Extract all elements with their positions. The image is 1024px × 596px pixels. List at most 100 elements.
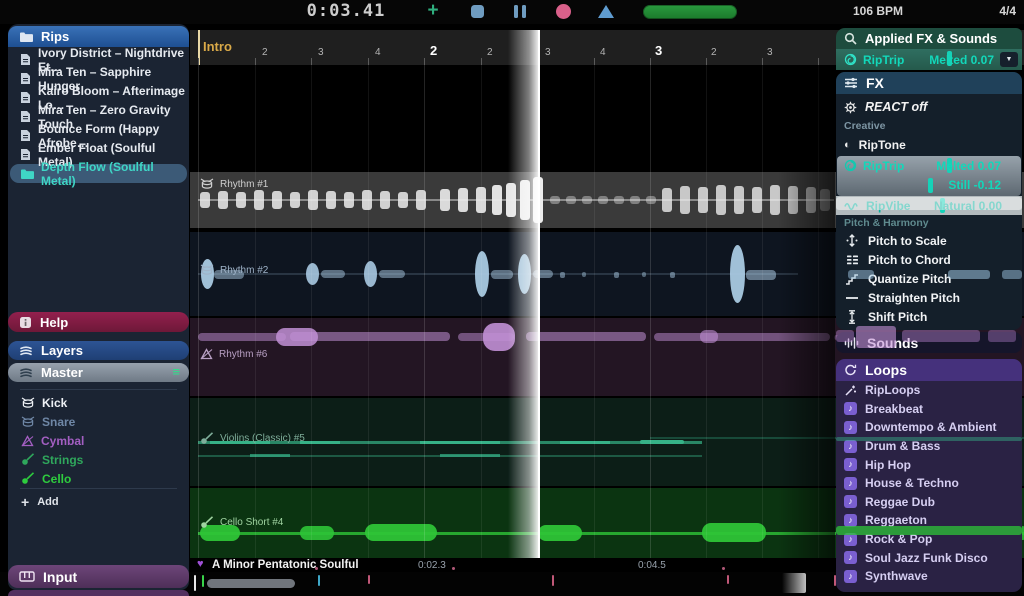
loop-category-downtempo-ambient[interactable]: ♪Downtempo & Ambient	[836, 418, 1022, 437]
stop-button[interactable]	[471, 5, 484, 18]
search-icon	[844, 32, 857, 45]
minimap-tick	[368, 575, 370, 584]
help-section-header[interactable]: Help	[8, 312, 189, 332]
waveform-hit	[306, 263, 319, 285]
master-menu-icon[interactable]: ≡	[172, 364, 180, 379]
pause-button[interactable]	[514, 5, 526, 18]
loop-category-breakbeat[interactable]: ♪Breakbeat	[836, 400, 1022, 419]
record-button[interactable]	[556, 4, 571, 19]
ruler-tick	[198, 58, 199, 65]
fx-slider-handle[interactable]	[928, 178, 933, 193]
loop-category-rock-pop[interactable]: ♪Rock & Pop	[836, 530, 1022, 549]
bpm-display[interactable]: 106 BPM	[838, 4, 918, 18]
pitch-tool-straighten-pitch[interactable]: Straighten Pitch	[836, 288, 1022, 307]
fx-panel-header[interactable]: FX	[836, 72, 1022, 94]
pitch-tool-quantize-pitch[interactable]: Quantize Pitch	[836, 269, 1022, 288]
applied-fx-value: Melted 0.07	[929, 53, 994, 67]
waveform-hit	[254, 190, 264, 210]
time-signature[interactable]: 4/4	[999, 4, 1016, 18]
horizontal-line-icon	[845, 292, 859, 304]
loop-note-icon: ♪	[844, 458, 857, 471]
loop-category-house-techno[interactable]: ♪House & Techno	[836, 474, 1022, 493]
heart-icon[interactable]: ♥	[197, 558, 204, 570]
loop-category-hip-hop[interactable]: ♪Hip Hop	[836, 455, 1022, 474]
file-icon	[20, 110, 31, 123]
loop-note-icon: ♪	[844, 477, 857, 490]
folder-icon	[19, 31, 33, 43]
info-icon	[19, 316, 32, 329]
gear-icon	[844, 101, 857, 114]
minimap-tick	[318, 575, 320, 586]
waveform-hit	[630, 196, 640, 204]
layer-label: Cello	[42, 472, 71, 486]
waveform-hit	[582, 196, 592, 204]
waveform-hit	[614, 196, 624, 204]
drum-icon	[21, 416, 35, 428]
wand-icon	[844, 384, 857, 397]
applied-fx-title: Applied FX & Sounds	[865, 31, 997, 46]
pitch-tool-shift-pitch[interactable]: Shift Pitch	[836, 307, 1022, 326]
loop-category-soul-jazz-funk-disco[interactable]: ♪Soul Jazz Funk Disco	[836, 548, 1022, 567]
add-button[interactable]: +	[424, 0, 442, 22]
layer-item-cello[interactable]: Cello	[8, 469, 189, 488]
ruler-beat-label: 4	[600, 47, 606, 58]
play-triangle-button[interactable]	[598, 5, 614, 18]
fx-dropdown-button[interactable]: ▼	[1000, 52, 1018, 67]
section-label: Intro	[203, 39, 232, 54]
loop-category-drum-bass[interactable]: ♪Drum & Bass	[836, 437, 1022, 456]
layer-item-snare[interactable]: Snare	[8, 412, 189, 431]
applied-fx-header[interactable]: Applied FX & Sounds	[836, 28, 1022, 49]
applied-fx-riptrip-row[interactable]: RipTrip Melted 0.07 ▼	[836, 49, 1022, 70]
sliders-icon	[844, 77, 858, 89]
collapsed-panel-edge[interactable]	[8, 590, 189, 596]
loop-category-riploops[interactable]: RipLoops	[836, 381, 1022, 400]
ruler-tick	[818, 58, 819, 65]
loops-panel: Loops RipLoops♪Breakbeat♪Downtempo & Amb…	[836, 359, 1022, 592]
react-toggle-row[interactable]: REACT off	[836, 97, 1022, 117]
input-section-header[interactable]: Input	[8, 565, 189, 588]
waveform-segment	[300, 441, 340, 444]
master-layer-row[interactable]: Master ≡	[8, 363, 189, 382]
loop-category-synthwave[interactable]: ♪Synthwave	[836, 567, 1022, 586]
riptrip-swirl-icon	[844, 53, 857, 66]
layer-item-kick[interactable]: Kick	[8, 393, 189, 412]
waveform-segment	[582, 272, 586, 277]
ruler-beat-label: 3	[767, 47, 773, 58]
riptrip-fx-selected[interactable]: RipTrip Melted 0.07 Still -0.12	[837, 156, 1021, 196]
loop-note-icon: ♪	[844, 514, 857, 527]
layer-item-strings[interactable]: Strings	[8, 450, 189, 469]
minimap-scroll-pill[interactable]	[207, 579, 295, 588]
playback-timer: 0:03.41	[296, 1, 396, 21]
waveform-hit	[752, 187, 762, 213]
waveform-hit	[770, 185, 780, 215]
ruler-tick	[706, 58, 707, 65]
rips-list-item[interactable]: Depth Flow (Soulful Metal)	[10, 164, 187, 183]
waveform-segment	[379, 270, 405, 278]
layers-section-header[interactable]: Layers	[8, 341, 189, 360]
rips-section-header[interactable]: Rips	[8, 26, 189, 47]
pitch-tool-pitch-to-scale[interactable]: Pitch to Scale	[836, 231, 1022, 250]
minimap-dot	[452, 567, 455, 570]
loop-category-reggae-dub[interactable]: ♪Reggae Dub	[836, 493, 1022, 512]
layer-item-cymbal[interactable]: Cymbal	[8, 431, 189, 450]
pitch-tool-label: Quantize Pitch	[868, 272, 951, 286]
add-layer-button[interactable]: + Add	[21, 494, 59, 510]
time-label: 0:02.3	[418, 560, 446, 571]
ripvibe-fx-row[interactable]: RipVibe Natural 0.00	[836, 196, 1022, 215]
transport-bar: 0:03.41 + 106 BPM 4/4	[0, 0, 1024, 24]
layer-label: Snare	[42, 415, 75, 429]
loop-category-reggaeton[interactable]: ♪Reggaeton	[836, 511, 1022, 530]
loops-panel-header[interactable]: Loops	[836, 359, 1022, 381]
folder-icon	[20, 168, 34, 180]
sounds-section-header[interactable]: Sounds	[836, 332, 1022, 353]
track-name: Rhythm #6	[219, 349, 267, 360]
pitch-tools-list: Pitch to ScalePitch to Chord Quantize Pit…	[836, 231, 1022, 326]
pitch-tool-pitch-to-chord[interactable]: Pitch to Chord	[836, 250, 1022, 269]
layer-label: Cymbal	[41, 434, 84, 448]
layers-icon	[19, 345, 33, 357]
plus-icon: +	[21, 494, 29, 510]
riptone-fx-row[interactable]: ◐ RipTone	[836, 135, 1022, 155]
waveform-hit	[492, 185, 502, 215]
playhead[interactable]	[508, 30, 540, 558]
waveform-hit	[716, 185, 726, 215]
